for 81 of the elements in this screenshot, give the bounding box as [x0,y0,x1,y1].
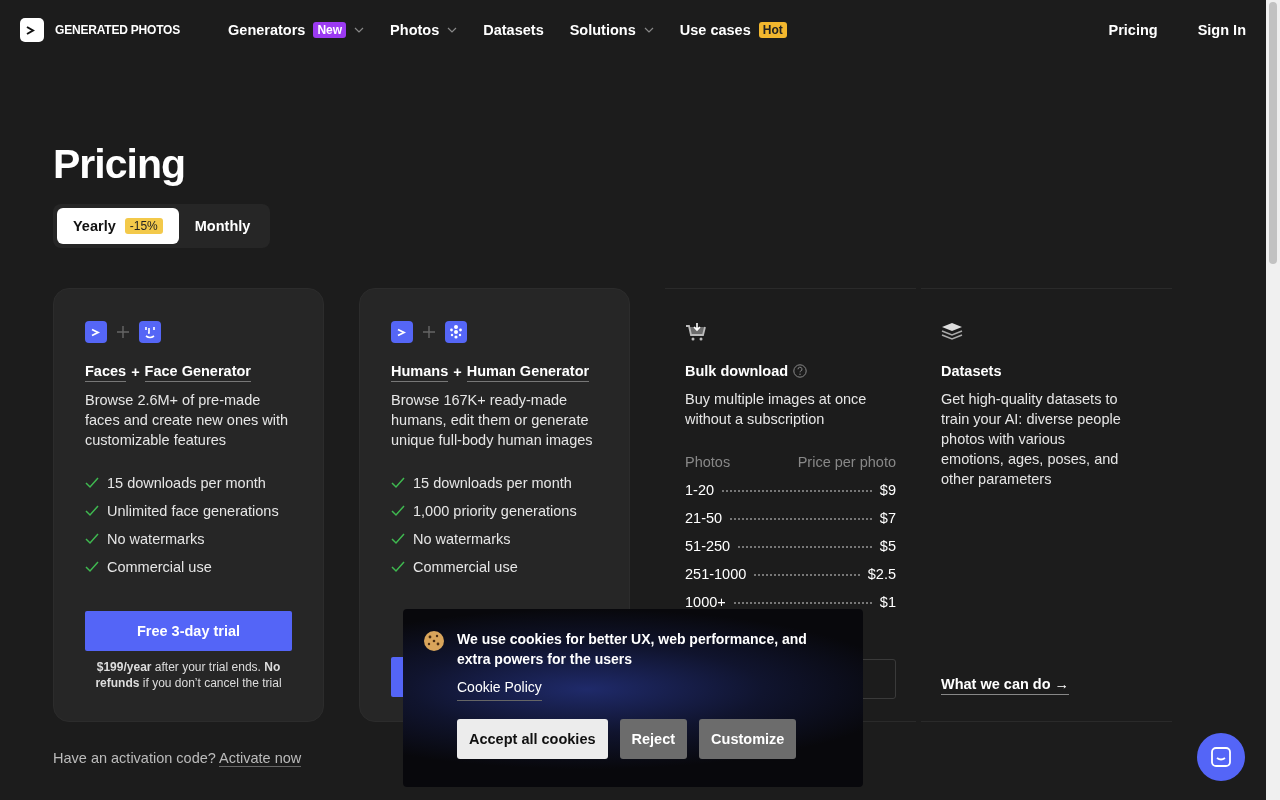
table-cell-text: 1-20 [685,481,715,500]
cookie-button[interactable]: Accept all cookies [457,719,608,759]
chat-icon [1210,746,1232,768]
face-icon [139,321,161,343]
card-description: Buy multiple images at once without a subscription [685,390,868,429]
activate-link[interactable]: Activate now [219,750,302,767]
plan-description: Browse 167K+ ready-made humans, edit them or generate unique full-body human images [391,391,594,450]
check-icon [85,533,99,545]
table-cell-text: $7 [879,509,896,528]
logo-text[interactable]: GENERATED PHOTOS [55,23,181,37]
product-link[interactable]: Humans [391,361,449,382]
layers-icon [941,322,963,342]
check-icon [391,561,405,573]
plus-icon [117,326,129,338]
human-icon [445,321,467,343]
scrollbar[interactable] [1266,0,1280,800]
column-header: Photos [685,453,731,472]
table-cell-text: 51-250 [685,537,731,556]
feature-text: 15 downloads per month [413,474,572,493]
cart-download-icon [685,322,709,342]
nav-link[interactable]: Photos [390,22,440,38]
feature-text: 15 downloads per month [107,474,266,493]
table-cell-text: 1000+ [685,593,726,612]
cookie-button[interactable]: Customize [699,719,797,759]
table-cell-text: $5 [879,537,896,556]
discount-badge: -15% [124,218,163,234]
activation-text: Have an activation code? [53,750,217,766]
table-cell-text: $1 [879,593,896,612]
check-icon [391,533,405,545]
trial-button[interactable]: Free 3-day trial [85,611,292,651]
nav-link[interactable]: Generators [228,22,306,38]
card-title: Datasets [941,362,1002,381]
plus-text: + [453,362,462,382]
nav-badge: Hot [758,22,787,38]
nav-badge: New [313,22,347,38]
check-icon [85,477,99,489]
cookie-policy-link[interactable]: Cookie Policy [457,679,542,701]
nav-link[interactable]: Pricing [1108,22,1158,38]
product-link[interactable]: Human Generator [466,361,590,382]
cookie-button[interactable]: Reject [619,719,688,759]
check-icon [85,561,99,573]
product-link[interactable]: Faces [85,361,127,382]
feature-text: No watermarks [107,530,205,549]
card-description: Get high-quality datasets to train your AI: diverse people photos with various emotions, ages, poses, and other parameters [941,390,1122,489]
feature-text: 1,000 priority generations [413,502,577,521]
more-link[interactable]: What we can do → [941,674,1070,695]
logo-icon[interactable] [20,18,44,42]
nav-link[interactable]: Sign In [1197,22,1246,38]
feature-text: Unlimited face generations [107,502,279,521]
plus-text: + [131,362,140,382]
check-icon [85,505,99,517]
table-cell-text: 21-50 [685,509,723,528]
chat-button[interactable] [1197,733,1245,781]
table-cell-text: $2.5 [867,565,896,584]
logo-icon [391,321,413,343]
nav-link[interactable]: Use cases [679,22,751,38]
billing-tab[interactable]: Monthly [178,208,267,244]
table-cell-text: $9 [879,481,896,500]
check-icon [391,477,405,489]
card-title: Bulk download [685,362,789,381]
product-link[interactable]: Face Generator [144,361,251,382]
table-cell-text: 251-1000 [685,565,747,584]
plan-description: Browse 2.6M+ of pre-made faces and create new ones with customizable features [85,391,290,450]
chevron-icon [447,27,458,33]
page-title: Pricing [53,140,185,188]
plus-icon [423,326,435,338]
feature-text: Commercial use [413,558,518,577]
chevron-icon [354,27,365,33]
chevron-icon [643,27,654,33]
nav-link[interactable]: Datasets [483,22,544,38]
cookie-icon [423,630,445,652]
logo-icon [85,321,107,343]
feature-text: Commercial use [107,558,212,577]
help-icon[interactable] [793,364,808,378]
column-header: Price per photo [797,453,896,472]
nav-link[interactable]: Solutions [569,22,636,38]
trial-note: $199/year after your trial ends. No refunds if you don’t cancel the trial [94,659,283,691]
billing-tab[interactable]: Yearly -15% [57,208,179,244]
feature-text: No watermarks [413,530,511,549]
cookie-message: We use cookies for better UX, web performance, and extra powers for the users [457,630,808,669]
check-icon [391,505,405,517]
